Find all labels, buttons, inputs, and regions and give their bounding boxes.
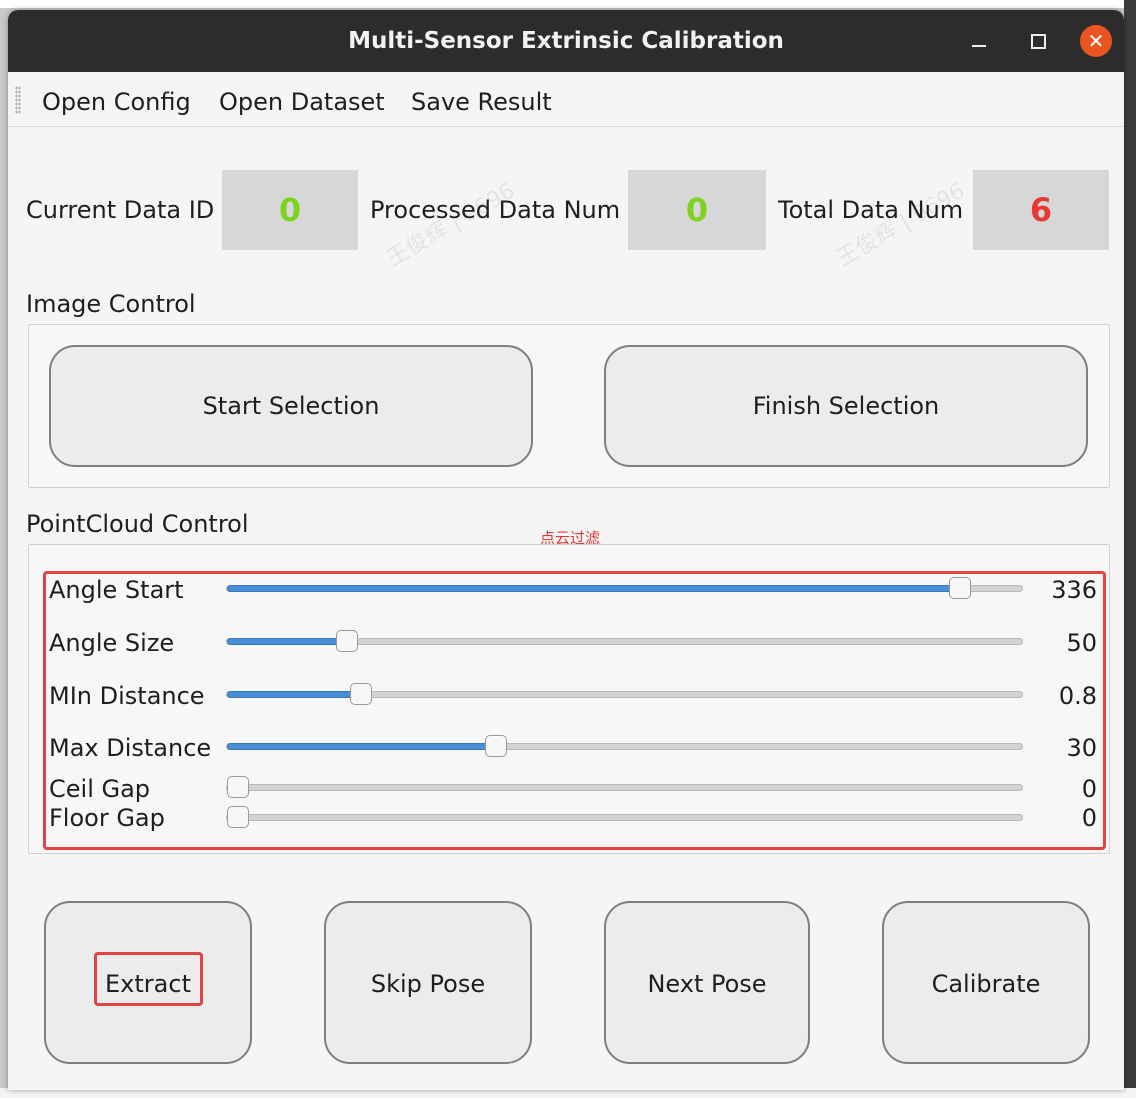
slider-min-distance[interactable] <box>226 683 1023 705</box>
title-bar: Multi-Sensor Extrinsic Calibration ✕ <box>8 10 1124 72</box>
slider-handle[interactable] <box>335 630 358 652</box>
annotation-highlight-box <box>43 571 1106 850</box>
processed-data-num-value: 0 <box>628 170 766 250</box>
menu-open-dataset[interactable]: Open Dataset <box>219 72 385 126</box>
image-control-group: Start Selection Finish Selection <box>28 324 1110 488</box>
window-title: Multi-Sensor Extrinsic Calibration <box>348 28 784 54</box>
background-desktop-edge <box>1124 0 1136 1098</box>
slider-value-floor-gap: 0 <box>1081 804 1097 832</box>
start-selection-button[interactable]: Start Selection <box>49 345 533 467</box>
slider-label-ceil-gap: Ceil Gap <box>49 775 151 803</box>
skip-pose-button[interactable]: Skip Pose <box>324 901 532 1064</box>
slider-handle[interactable] <box>227 776 249 798</box>
slider-value-angle-start: 336 <box>1051 576 1097 604</box>
calibrate-button[interactable]: Calibrate <box>882 901 1090 1064</box>
slider-handle[interactable] <box>227 806 249 828</box>
close-icon[interactable]: ✕ <box>1080 25 1112 57</box>
maximize-icon[interactable] <box>1022 25 1054 57</box>
menu-bar: Open Config Open Dataset Save Result <box>8 72 1124 127</box>
slider-value-max-distance: 30 <box>1066 734 1097 762</box>
slider-handle[interactable] <box>349 683 372 705</box>
image-control-label: Image Control <box>26 290 196 318</box>
slider-angle-start[interactable] <box>226 577 1023 599</box>
slider-value-min-distance: 0.8 <box>1058 682 1097 710</box>
pointcloud-control-label: PointCloud Control <box>26 510 249 538</box>
slider-ceil-gap[interactable] <box>226 776 1023 798</box>
next-pose-button[interactable]: Next Pose <box>604 901 810 1064</box>
slider-handle[interactable] <box>949 577 972 599</box>
finish-selection-button[interactable]: Finish Selection <box>604 345 1088 467</box>
slider-value-angle-size: 50 <box>1066 629 1097 657</box>
slider-angle-size[interactable] <box>226 630 1023 652</box>
current-data-id-value: 0 <box>222 170 358 250</box>
toolbar-grip-icon[interactable] <box>15 86 21 114</box>
slider-label-min-distance: MIn Distance <box>49 682 205 710</box>
menu-open-config[interactable]: Open Config <box>42 72 191 126</box>
slider-label-angle-size: Angle Size <box>49 629 175 657</box>
menu-save-result[interactable]: Save Result <box>411 72 552 126</box>
slider-label-floor-gap: Floor Gap <box>49 804 165 832</box>
slider-handle[interactable] <box>485 735 508 757</box>
minimize-icon[interactable] <box>963 25 995 57</box>
slider-value-ceil-gap: 0 <box>1081 775 1097 803</box>
background-desktop <box>0 0 1136 8</box>
processed-data-num-label: Processed Data Num <box>370 196 621 224</box>
current-data-id-label: Current Data ID <box>26 196 215 224</box>
annotation-highlight-box-extract <box>94 952 203 1006</box>
slider-max-distance[interactable] <box>226 735 1023 757</box>
main-content: 王俊辉 | 9696 王俊辉 | 9696 王俊辉 | 9696 王俊辉 | 9… <box>8 127 1124 1090</box>
total-data-num-label: Total Data Num <box>778 196 964 224</box>
slider-floor-gap[interactable] <box>226 806 1023 828</box>
app-window: Multi-Sensor Extrinsic Calibration ✕ Ope… <box>8 10 1124 1090</box>
total-data-num-value: 6 <box>973 170 1109 250</box>
slider-label-angle-start: Angle Start <box>49 576 184 604</box>
slider-label-max-distance: Max Distance <box>49 734 212 762</box>
